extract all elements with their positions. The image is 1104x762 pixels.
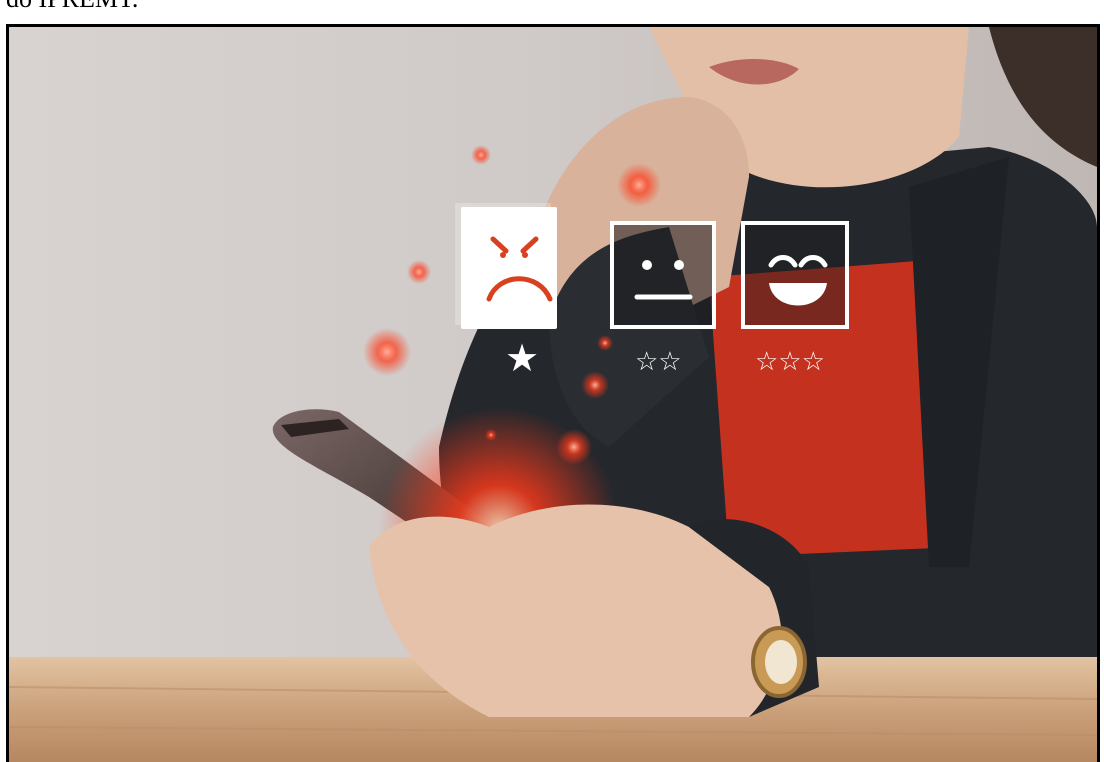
glow-particle [581, 371, 609, 399]
happy-face-icon [741, 221, 849, 329]
glow-particle [471, 145, 491, 165]
photo-frame: ★ ☆☆ ☆☆☆ [6, 24, 1100, 762]
photo-illustration [9, 27, 1097, 762]
glow-particle [485, 429, 497, 441]
glow-particle [617, 163, 661, 207]
three-star-rating-icon: ☆☆☆ [755, 347, 825, 377]
caption-fragment: do IPREMT. [6, 0, 138, 12]
glow-particle [597, 335, 613, 351]
one-star-rating-icon: ★ [505, 336, 540, 380]
glow-particle [363, 328, 411, 376]
angry-face-icon [455, 203, 557, 329]
watch-face [765, 640, 797, 684]
glow-particle [407, 260, 431, 284]
two-star-rating-icon: ☆☆ [635, 347, 682, 377]
neutral-face-icon [610, 221, 716, 329]
glow-particle [556, 429, 592, 465]
